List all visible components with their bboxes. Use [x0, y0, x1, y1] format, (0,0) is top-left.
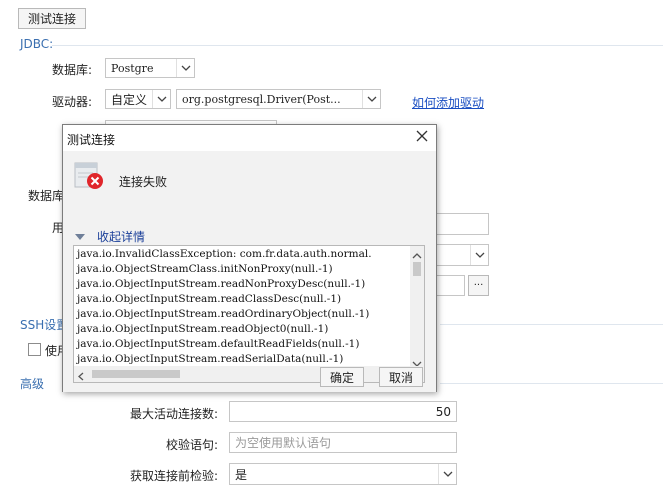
jdbc-divider [52, 45, 663, 46]
chevron-down-icon[interactable] [152, 90, 170, 108]
advanced-section-title: 高级 [20, 377, 45, 391]
chevron-down-icon[interactable] [438, 464, 456, 484]
database-label: 数据库: [52, 63, 93, 77]
log-line: java.io.ObjectInputStream.readNonProxyDe… [77, 278, 366, 290]
use-ssh-checkbox[interactable] [28, 343, 41, 356]
test-on-borrow-select[interactable]: 是 [229, 463, 457, 485]
max-active-value: 50 [435, 404, 451, 419]
jdbc-section-title: JDBC: [20, 37, 54, 51]
browse-button[interactable]: ··· [468, 275, 489, 296]
max-active-label: 最大活动连接数: [129, 407, 218, 421]
close-icon[interactable] [416, 129, 428, 145]
validation-query-input[interactable]: 为空使用默认语句 [229, 432, 457, 453]
dialog-titlebar[interactable]: 测试连接 [63, 125, 436, 151]
add-driver-link[interactable]: 如何添加驱动 [412, 94, 484, 111]
cancel-button[interactable]: 取消 [379, 367, 423, 387]
chevron-down-icon [75, 233, 85, 240]
log-line: java.io.ObjectInputStream.readSerialData… [77, 353, 344, 365]
driver-class-value: org.postgresql.Driver(Post... [182, 92, 341, 106]
test-on-borrow-value: 是 [235, 467, 248, 482]
max-active-input[interactable]: 50 [229, 401, 457, 422]
ssh-divider [440, 324, 663, 325]
advanced-divider [440, 383, 663, 384]
test-on-borrow-label: 获取连接前检验: [129, 469, 218, 483]
log-line: java.io.ObjectInputStream.defaultReadFie… [77, 338, 360, 350]
scroll-up-icon[interactable] [412, 248, 422, 262]
horizontal-scrollbar[interactable] [74, 366, 424, 382]
log-line: java.io.ObjectInputStream.readObject0(nu… [77, 323, 329, 335]
driver-label: 驱动器: [52, 95, 93, 109]
dialog-body: 连接失败 收起详情 java.io.InvalidClassException:… [63, 151, 436, 392]
error-log[interactable]: java.io.InvalidClassException: com.fr.da… [73, 245, 425, 383]
database-select[interactable]: Postgre [105, 58, 195, 78]
chevron-down-icon[interactable] [176, 59, 194, 77]
chevron-down-icon[interactable] [362, 90, 380, 108]
ellipsis-icon: ··· [473, 280, 484, 291]
database-select-value: Postgre [111, 61, 154, 75]
validation-query-label: 校验语句: [165, 438, 218, 452]
log-line: java.io.InvalidClassException: com.fr.da… [77, 248, 372, 260]
scroll-left-icon[interactable] [78, 370, 84, 382]
vertical-scrollbar[interactable] [410, 246, 424, 367]
log-line: java.io.ObjectInputStream.readClassDesc(… [77, 293, 342, 305]
hidden-database-label: 数据库 [28, 189, 65, 203]
error-icon [73, 159, 105, 191]
details-toggle-label: 收起详情 [97, 230, 146, 244]
details-toggle[interactable]: 收起详情 [75, 228, 145, 245]
driver-mode-select[interactable]: 自定义 [105, 89, 171, 109]
connection-status: 连接失败 [119, 175, 168, 189]
ok-button[interactable]: 确定 [320, 367, 364, 387]
test-connection-dialog: 测试连接 连接失败 收起详情 java.io.InvalidClassExcep… [62, 124, 437, 392]
driver-class-select[interactable]: org.postgresql.Driver(Post... [176, 89, 381, 109]
test-connection-button[interactable]: 测试连接 [18, 8, 86, 29]
log-line: java.io.ObjectInputStream.readOrdinaryOb… [77, 308, 370, 320]
dialog-title: 测试连接 [67, 133, 116, 147]
chevron-down-icon[interactable] [470, 245, 488, 265]
vertical-scroll-thumb[interactable] [413, 262, 421, 276]
driver-mode-value: 自定义 [111, 92, 148, 107]
log-line: java.io.ObjectStreamClass.initNonProxy(n… [77, 263, 333, 275]
validation-query-placeholder: 为空使用默认语句 [235, 436, 332, 450]
horizontal-scroll-thumb[interactable] [92, 370, 180, 378]
